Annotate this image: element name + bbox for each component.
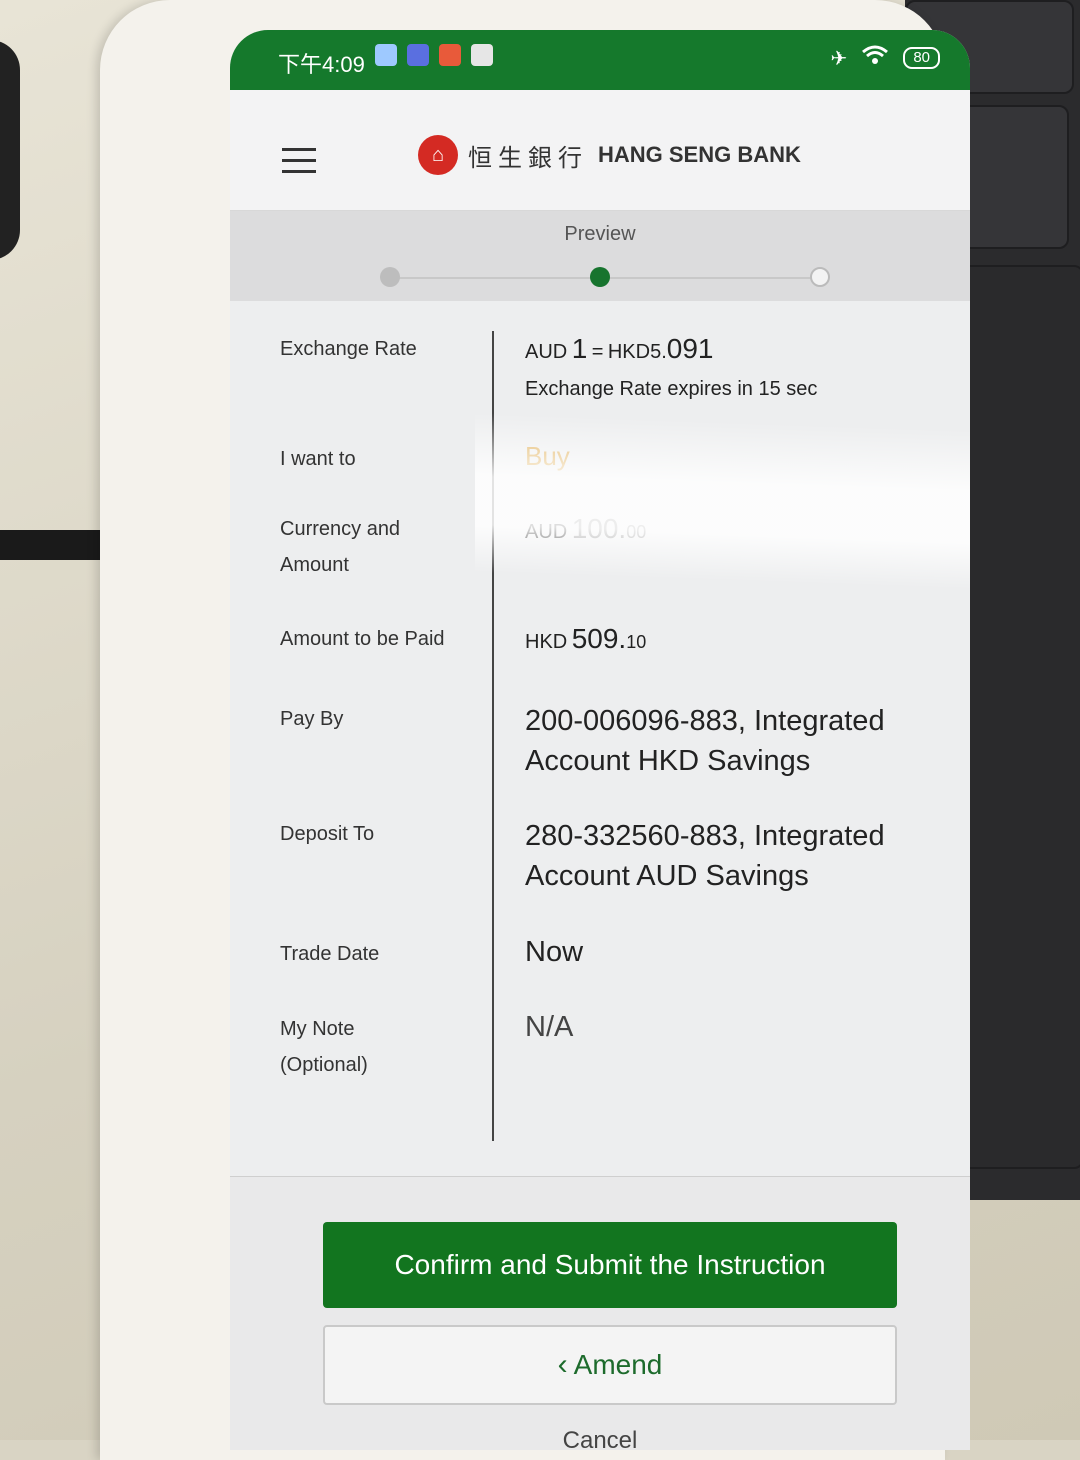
label-want-to: I want to [280, 448, 356, 470]
value-pay-by: 200-006096-883, Integrated Account HKD S… [525, 701, 945, 781]
step-dot-next [810, 267, 830, 287]
from-amount: 1 [571, 333, 588, 364]
amend-button[interactable]: ‹ Amend [323, 1325, 897, 1405]
value-note: N/A [525, 1011, 574, 1043]
to-amount-dec: 091 [666, 333, 714, 364]
label-line: My Note [280, 1018, 355, 1040]
light-glare [475, 412, 970, 590]
progress-stepper: Preview [230, 211, 970, 301]
app-notification-icon [407, 44, 429, 66]
airplane-icon: ✈ [830, 47, 848, 70]
status-right: ✈ 80 [831, 44, 940, 72]
rate-expiry: Exchange Rate expires in 15 sec [525, 378, 818, 400]
account-line: 280-332560-883, Integrated [525, 820, 885, 852]
amend-label: Amend [573, 1349, 663, 1380]
hamburger-menu-icon[interactable] [282, 148, 316, 181]
label-line: (Optional) [280, 1054, 368, 1076]
amount-dec: 10 [626, 632, 647, 652]
label-trade-date: Trade Date [280, 943, 380, 965]
notification-icons [375, 44, 493, 66]
from-currency: AUD [525, 341, 568, 363]
label-amount-paid: Amount to be Paid [280, 628, 445, 650]
status-time: 下午4:09 [278, 52, 365, 77]
step-dot-current [590, 267, 610, 287]
amount-int: 100. [571, 513, 627, 544]
action-footer: Confirm and Submit the Instruction ‹ Amen… [230, 1176, 970, 1450]
phone-screen: 下午4:09 ✈ 80 ⌂ 恒生銀行 HANG SENG BANK Previe… [230, 30, 970, 1450]
mouse [0, 40, 20, 260]
step-label: Preview [564, 223, 636, 245]
hang-seng-logo-icon: ⌂ [418, 135, 458, 175]
account-line: Account AUD Savings [525, 860, 809, 892]
currency-code: AUD [525, 521, 568, 543]
app-notification-icon [375, 44, 397, 66]
equals-sign: = [591, 341, 604, 363]
label-currency-amount: Currency and Amount [280, 511, 480, 583]
label-note: My Note (Optional) [280, 1011, 480, 1083]
status-bar: 下午4:09 ✈ 80 [230, 30, 970, 90]
logo-chinese: 恒生銀行 [468, 143, 588, 172]
label-deposit-to: Deposit To [280, 823, 375, 845]
value-exchange-rate: AUD 1 = HKD5.091 Exchange Rate expires i… [525, 331, 945, 401]
mi-notification-icon [439, 44, 461, 66]
step-dot-completed [380, 267, 400, 287]
column-divider [492, 331, 494, 1141]
account-line: Account HKD Savings [525, 745, 811, 777]
app-header: ⌂ 恒生銀行 HANG SENG BANK [230, 90, 970, 211]
preview-details: Exchange Rate AUD 1 = HKD5.091 Exchange … [230, 301, 970, 1176]
amount-int: 509. [571, 623, 627, 654]
value-amount-paid: HKD 509.10 [525, 621, 945, 662]
logo-english: HANG SENG BANK [598, 142, 801, 167]
cancel-link[interactable]: Cancel [230, 1427, 970, 1450]
to-currency: HKD [607, 341, 651, 363]
to-amount-int: 5. [650, 341, 667, 363]
confirm-submit-button[interactable]: Confirm and Submit the Instruction [323, 1222, 897, 1308]
wifi-icon [861, 44, 889, 72]
value-want-to: Buy [525, 441, 570, 471]
amount-dec: 00 [626, 522, 647, 542]
label-pay-by: Pay By [280, 708, 344, 730]
value-deposit-to: 280-332560-883, Integrated Account AUD S… [525, 816, 945, 896]
value-currency-amount: AUD 100.00 [525, 511, 945, 552]
chevron-left-icon: ‹ [557, 1348, 568, 1381]
label-line: Currency and [280, 518, 401, 540]
download-icon [471, 44, 493, 66]
battery-icon: 80 [903, 47, 940, 69]
bank-logo: ⌂ 恒生銀行 HANG SENG BANK [418, 135, 801, 175]
currency-code: HKD [525, 631, 568, 653]
phone-body: 下午4:09 ✈ 80 ⌂ 恒生銀行 HANG SENG BANK Previe… [100, 0, 970, 1460]
label-line: Amount [280, 554, 349, 576]
label-exchange-rate: Exchange Rate [280, 338, 417, 360]
value-trade-date: Now [525, 936, 584, 968]
account-line: 200-006096-883, Integrated [525, 705, 885, 737]
